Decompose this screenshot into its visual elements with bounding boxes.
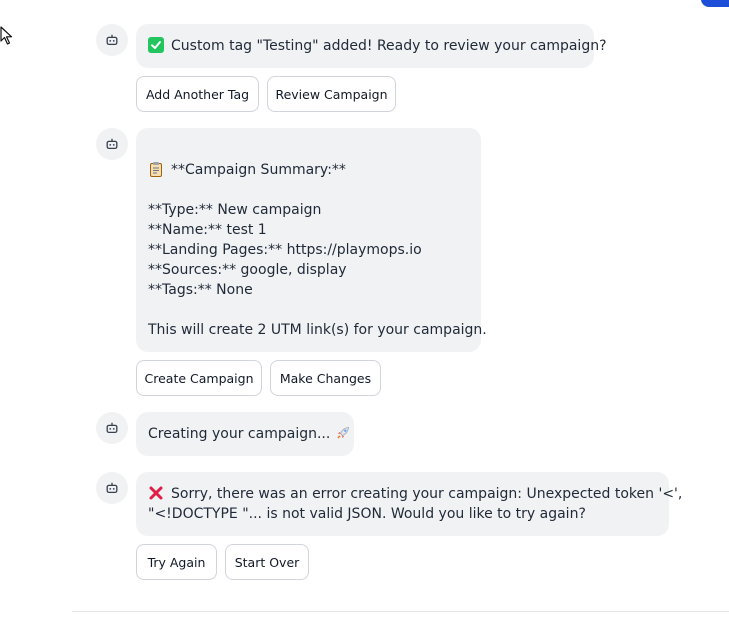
message-line: **Tags:** None <box>148 282 253 298</box>
bot-icon <box>106 422 118 434</box>
message-line: Creating your campaign... <box>148 424 349 444</box>
message-line: **Name:** test 1 <box>148 222 267 238</box>
message-bubble: Creating your campaign... <box>136 412 354 456</box>
message-line: **Type:** New campaign <box>148 202 322 218</box>
message-bubble: Sorry, there was an error creating your … <box>136 472 682 536</box>
message-line: **Landing Pages:** https://playmops.io <box>148 242 422 258</box>
message-line: "<!DOCTYPE "... is not valid JSON. Would… <box>148 506 586 522</box>
bot-icon <box>106 482 118 494</box>
chat-page: Custom tag "Testing" added! Ready to rev… <box>0 0 729 619</box>
clipboard-icon <box>150 162 162 177</box>
try-again-button[interactable]: Try Again <box>136 544 217 580</box>
message-bubble: Custom tag "Testing" added! Ready to rev… <box>136 24 607 68</box>
create-campaign-button[interactable]: Create Campaign <box>136 360 262 396</box>
mouse-cursor-icon <box>0 26 13 45</box>
message-line: **Sources:** google, display <box>148 262 347 278</box>
cross-mark-icon <box>149 486 163 500</box>
bot-icon <box>106 34 118 46</box>
message-line <box>148 300 469 320</box>
start-over-button[interactable]: Start Over <box>225 544 309 580</box>
add-another-tag-button[interactable]: Add Another Tag <box>136 76 259 112</box>
review-campaign-button[interactable]: Review Campaign <box>267 76 396 112</box>
bot-avatar <box>96 472 128 504</box>
check-mark-icon <box>148 37 164 53</box>
message-line: **Campaign Summary:** <box>148 160 469 180</box>
message-bubble: **Campaign Summary:** **Type:** New camp… <box>136 128 487 352</box>
message-line: Custom tag "Testing" added! Ready to rev… <box>148 36 607 56</box>
rocket-icon <box>337 427 349 439</box>
bot-avatar <box>96 412 128 444</box>
input-divider <box>72 611 729 612</box>
make-changes-button[interactable]: Make Changes <box>270 360 381 396</box>
message-line <box>148 140 469 160</box>
bot-avatar <box>96 128 128 160</box>
bot-avatar <box>96 24 128 56</box>
message-line: This will create 2 UTM link(s) for your … <box>148 322 487 338</box>
message-line: Sorry, there was an error creating your … <box>148 484 682 504</box>
bot-icon <box>106 138 118 150</box>
message-line <box>148 180 469 200</box>
top-corner-button[interactable] <box>701 0 729 7</box>
